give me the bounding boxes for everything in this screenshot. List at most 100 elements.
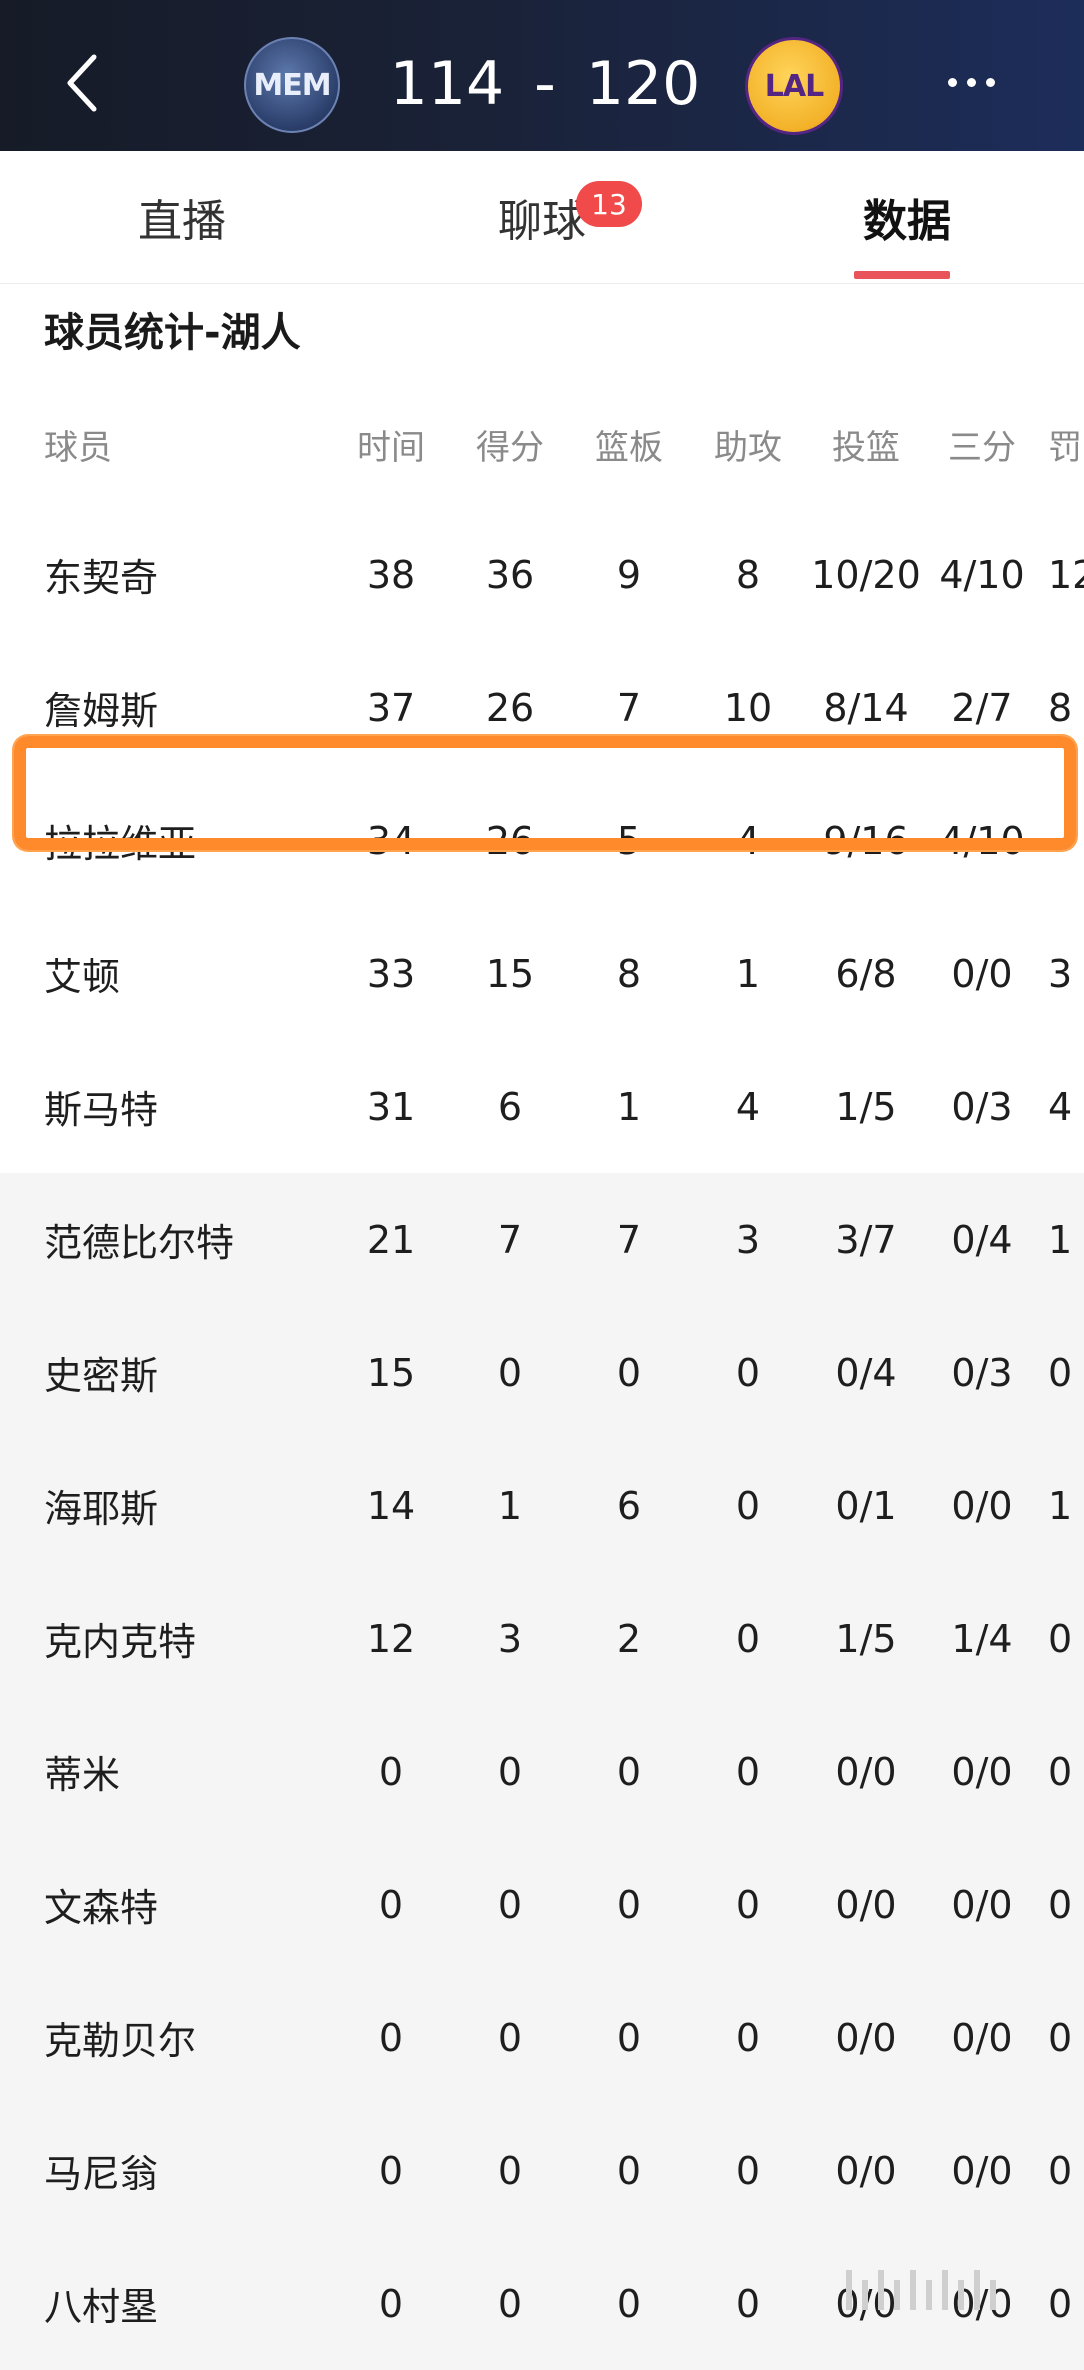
- table-row[interactable]: 詹姆斯 37 26 7 10 8/14 2/7 8: [0, 641, 1084, 774]
- table-row[interactable]: 克勒贝尔 0 0 0 0 0/0 0/0 0: [0, 1971, 1084, 2104]
- player-free-throws: 0: [1048, 1882, 1073, 1927]
- table-row[interactable]: 海耶斯 14 1 6 0 0/1 0/0 1: [0, 1439, 1084, 1572]
- table-row[interactable]: 文森特 0 0 0 0 0/0 0/0 0: [0, 1838, 1084, 1971]
- player-rebounds: 0: [616, 1882, 642, 1927]
- player-free-throws: 0: [1048, 2148, 1073, 2193]
- player-points: 7: [497, 1217, 523, 1262]
- table-row[interactable]: 范德比尔特 21 7 7 3 3/7 0/4 1: [0, 1173, 1084, 1306]
- player-three-pointers: 4/10: [939, 818, 1025, 863]
- player-minutes: 38: [366, 552, 416, 597]
- player-rebounds: 0: [616, 2015, 642, 2060]
- player-field-goals: 0/1: [835, 1483, 897, 1528]
- tab-live[interactable]: 直播: [120, 151, 244, 283]
- player-minutes: 0: [378, 2015, 404, 2060]
- watermark-mark: [846, 2270, 996, 2310]
- table-row[interactable]: 东契奇 38 36 9 8 10/20 4/10 12: [0, 508, 1084, 641]
- player-field-goals: 6/8: [835, 951, 897, 996]
- player-assists: 0: [735, 1483, 761, 1528]
- column-header-player: 球员: [44, 427, 112, 468]
- player-assists: 8: [735, 552, 761, 597]
- player-field-goals: 0/0: [835, 1882, 897, 1927]
- player-rebounds: 6: [616, 1483, 642, 1528]
- player-three-pointers: 0/0: [951, 2015, 1013, 2060]
- player-free-throws: [1048, 774, 1084, 907]
- table-row[interactable]: 克内克特 12 3 2 0 1/5 1/4 0: [0, 1572, 1084, 1705]
- team-logo-lal[interactable]: LAL: [745, 37, 843, 135]
- player-free-throws: 4: [1048, 1084, 1073, 1129]
- player-three-pointers: 4/10: [939, 552, 1025, 597]
- column-header-three-pointers[interactable]: 三分: [930, 380, 1034, 508]
- table-row[interactable]: 马尼翁 0 0 0 0 0/0 0/0 0: [0, 2104, 1084, 2237]
- player-rebounds: 2: [616, 1616, 642, 1661]
- player-rebounds: 0: [616, 2281, 642, 2326]
- player-assists: 1: [735, 951, 761, 996]
- player-minutes: 12: [366, 1616, 416, 1661]
- column-header-assists[interactable]: 助攻: [697, 380, 799, 508]
- column-header-rebounds[interactable]: 篮板: [578, 380, 680, 508]
- player-points: 0: [497, 2281, 523, 2326]
- team-logo-lal-text: LAL: [764, 68, 824, 104]
- table-row[interactable]: 斯马特 31 6 1 4 1/5 0/3 4: [0, 1040, 1084, 1173]
- player-three-pointers: 2/7: [951, 685, 1013, 730]
- player-name: 范德比尔特: [44, 1221, 235, 1265]
- player-points: 0: [497, 1749, 523, 1794]
- player-assists: 0: [735, 1749, 761, 1794]
- player-points: 26: [485, 685, 535, 730]
- chevron-left-icon: [67, 54, 97, 112]
- away-score: 120: [585, 49, 701, 119]
- column-header-minutes[interactable]: 时间: [340, 380, 442, 508]
- player-rebounds: 8: [616, 951, 642, 996]
- player-name: 史密斯: [44, 1354, 159, 1398]
- player-assists: 0: [735, 2015, 761, 2060]
- player-free-throws: 8: [1048, 685, 1073, 730]
- player-minutes: 0: [378, 1749, 404, 1794]
- player-minutes: 31: [366, 1084, 416, 1129]
- table-row[interactable]: 史密斯 15 0 0 0 0/4 0/3 0: [0, 1306, 1084, 1439]
- player-three-pointers: 0/0: [951, 1882, 1013, 1927]
- back-button[interactable]: [52, 48, 112, 118]
- player-field-goals: 8/14: [823, 685, 909, 730]
- table-row[interactable]: 蒂米 0 0 0 0 0/0 0/0 0: [0, 1705, 1084, 1838]
- player-assists: 3: [735, 1217, 761, 1262]
- player-points: 0: [497, 1882, 523, 1927]
- player-name: 艾顿: [44, 955, 121, 999]
- player-free-throws: 3: [1048, 951, 1073, 996]
- team-logo-mem[interactable]: MEM: [244, 37, 340, 133]
- player-name: 海耶斯: [44, 1487, 159, 1531]
- player-name: 文森特: [44, 1886, 159, 1930]
- game-header: MEM 114 - 120 LAL: [0, 0, 1084, 151]
- player-free-throws: 0: [1048, 1749, 1073, 1794]
- player-assists: 0: [735, 1882, 761, 1927]
- column-header-free-throws[interactable]: 罚: [1048, 380, 1084, 508]
- player-assists: 4: [735, 818, 761, 863]
- player-three-pointers: 0/0: [951, 1749, 1013, 1794]
- player-rebounds: 0: [616, 1350, 642, 1395]
- player-free-throws: 0: [1048, 2015, 1073, 2060]
- player-three-pointers: 0/0: [951, 2148, 1013, 2193]
- score-separator: -: [534, 49, 556, 119]
- table-row[interactable]: 艾顿 33 15 8 1 6/8 0/0 3: [0, 907, 1084, 1040]
- player-minutes: 14: [366, 1483, 416, 1528]
- player-field-goals: 3/7: [835, 1217, 897, 1262]
- player-name: 詹姆斯: [44, 689, 159, 733]
- column-header-field-goals[interactable]: 投篮: [806, 380, 926, 508]
- player-points: 36: [485, 552, 535, 597]
- player-name: 克勒贝尔: [44, 2019, 197, 2063]
- player-rebounds: 5: [616, 818, 642, 863]
- column-header-points[interactable]: 得分: [459, 380, 561, 508]
- team-logo-mem-text: MEM: [253, 67, 331, 103]
- player-three-pointers: 0/4: [951, 1217, 1013, 1262]
- player-assists: 0: [735, 1616, 761, 1661]
- tab-data[interactable]: 数据: [845, 151, 969, 283]
- player-points: 26: [485, 818, 535, 863]
- player-three-pointers: 0/3: [951, 1084, 1013, 1129]
- player-three-pointers: 0/3: [951, 1350, 1013, 1395]
- player-assists: 4: [735, 1084, 761, 1129]
- table-row[interactable]: 拉拉维亚 34 26 5 4 9/16 4/10: [0, 774, 1084, 907]
- player-name: 东契奇: [44, 556, 159, 600]
- player-three-pointers: 0/0: [951, 1483, 1013, 1528]
- player-field-goals: 0/0: [835, 1749, 897, 1794]
- more-options-button[interactable]: [936, 62, 1006, 102]
- player-name: 拉拉维亚: [44, 822, 197, 866]
- player-minutes: 0: [378, 2281, 404, 2326]
